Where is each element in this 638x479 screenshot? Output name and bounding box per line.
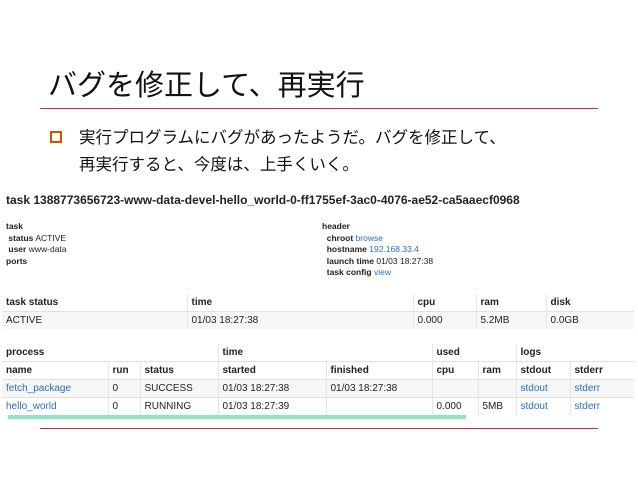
cell: 01/03 18:27:38 [186,311,413,329]
cell: 01/03 18:27:38 [325,379,432,398]
title-divider [40,108,598,109]
col-stderr: stderr [569,361,634,380]
task-status-table: task status time cpu ram disk ACTIVE 01/… [2,294,634,329]
cell: 01/03 18:27:39 [217,397,326,415]
hostname-link[interactable]: 192.168.33.4 [369,244,419,254]
user-label: user [8,244,27,254]
cell: RUNNING [139,397,218,415]
bullet-line-2: 再実行すると、今度は、上手くいく。 [79,155,359,174]
running-progress-bar [8,415,466,419]
process-link-hello-world[interactable]: hello_world [2,397,108,415]
cell [325,397,432,415]
col-time: time [186,294,413,312]
col-run: run [107,361,140,380]
browse-link[interactable]: browse [356,233,383,243]
cell: 0 [107,397,140,415]
status-value: ACTIVE [35,232,67,243]
col-started: started [217,361,326,380]
table-row: hello_world 0 RUNNING 01/03 18:27:39 0.0… [2,397,634,415]
task-config-label: task config [326,267,372,277]
col-status: status [139,361,218,380]
chroot-label: chroot [326,232,354,243]
square-bullet-icon [50,131,62,143]
stderr-link[interactable]: stderr [569,397,634,415]
stdout-link[interactable]: stdout [515,379,570,398]
col-ram: ram [477,361,516,380]
col-disk: disk [545,294,634,312]
slide-title: バグを修正して、再実行 [48,68,365,102]
ports-label: ports [6,255,28,266]
col-stdout: stdout [515,361,570,380]
col-ram: ram [475,294,546,312]
launch-time-label: launch time [326,255,374,266]
user-value: www-data [28,244,67,254]
task-title: task 1388773656723-www-data-devel-hello_… [6,193,520,207]
bottom-divider [40,428,598,429]
group-process: process [6,347,45,358]
group-time: time [217,344,432,362]
task-config-view-link[interactable]: view [374,267,391,277]
launch-time-value: 01/03 18:27:38 [376,255,434,266]
group-used: used [431,344,516,362]
bullet-line-1: 実行プログラムにバグがあったようだ。バグを修正して、 [79,128,506,147]
cell: 5MB [477,397,516,415]
stdout-link[interactable]: stdout [515,397,570,415]
cell [477,379,516,398]
col-task-status: task status [6,297,59,308]
cell: ACTIVE [2,311,187,329]
table-row: ACTIVE 01/03 18:27:38 0.000 5.2MB 0.0GB [2,311,634,329]
task-screenshot: task 1388773656723-www-data-devel-hello_… [0,188,638,428]
group-logs: logs [515,344,634,362]
process-link-fetch-package[interactable]: fetch_package [2,379,108,398]
table-row: fetch_package 0 SUCCESS 01/03 18:27:38 0… [2,379,634,398]
task-heading: task [6,221,24,231]
hostname-label: hostname [326,244,367,254]
status-label: status [8,232,34,243]
stderr-link[interactable]: stderr [569,379,634,398]
cell: 0.000 [431,397,478,415]
col-name: name [2,361,108,380]
cell: 0.0GB [545,311,634,329]
cell: SUCCESS [139,379,218,398]
cell: 01/03 18:27:38 [217,379,326,398]
cell: 0.000 [412,311,476,329]
bullet-text: 実行プログラムにバグがあったようだ。バグを修正して、 再実行すると、今度は、上手… [79,124,619,178]
header-info: header chroot browse hostname 192.168.33… [322,221,433,279]
header-heading: header [322,221,350,231]
cell: 5.2MB [475,311,546,329]
col-cpu: cpu [412,294,476,312]
cell [431,379,478,398]
process-table: process time used logs name run status s… [2,344,634,415]
col-cpu: cpu [431,361,478,380]
task-info: task status ACTIVE user www-data ports [6,221,67,267]
col-finished: finished [325,361,432,380]
cell: 0 [107,379,140,398]
